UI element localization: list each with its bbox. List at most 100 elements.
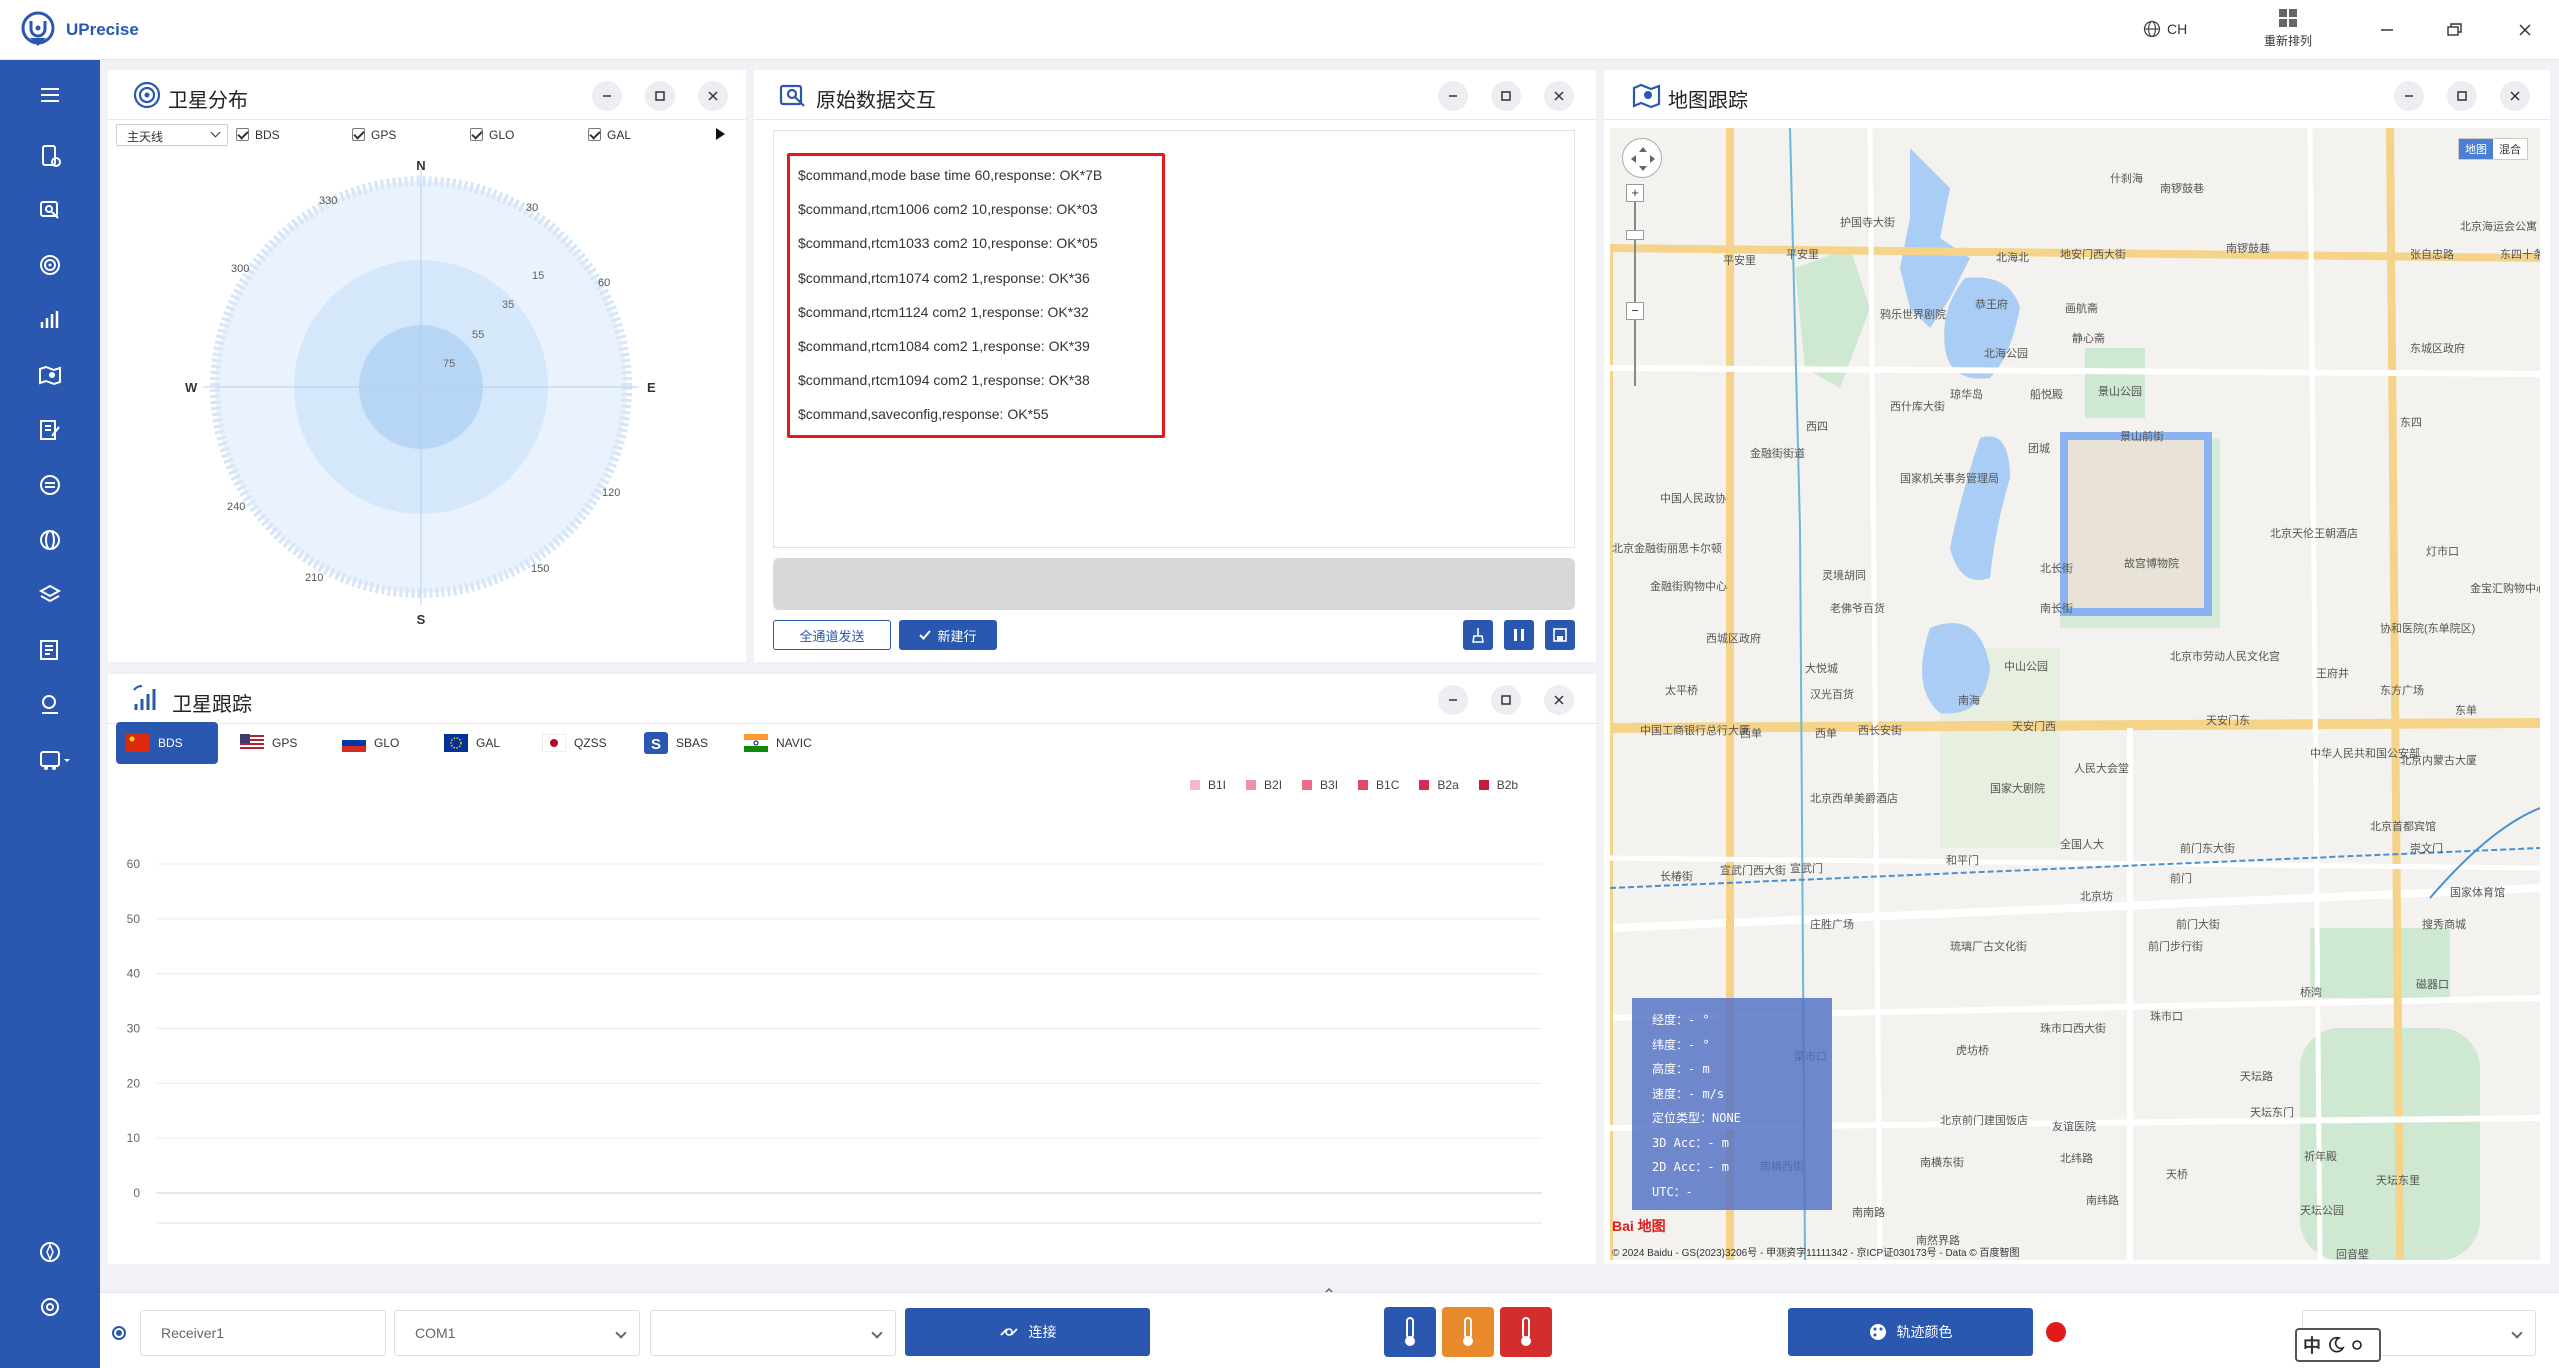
- utc-time: UTC：-: [1652, 1184, 1693, 1199]
- tab-label: BDS: [158, 736, 183, 750]
- send-all-channels-button[interactable]: 全通道发送: [773, 620, 891, 650]
- filter-bds[interactable]: BDS: [236, 128, 280, 142]
- panel-maximize-button[interactable]: [1491, 685, 1521, 715]
- sidebar-item-data[interactable]: [35, 635, 65, 665]
- connect-label: 连接: [1028, 1324, 1057, 1340]
- new-line-button[interactable]: 新建行: [899, 620, 997, 650]
- filter-gal[interactable]: GAL: [588, 128, 631, 142]
- sidebar-item-satellite-distribution[interactable]: [35, 195, 65, 225]
- legend-swatch: [1190, 780, 1200, 790]
- map-place-label: 故宫博物院: [2124, 558, 2179, 570]
- map-type-hybrid[interactable]: 混合: [2493, 139, 2527, 159]
- tab-gal[interactable]: GAL: [434, 722, 510, 764]
- tab-qzss[interactable]: QZSS: [532, 722, 617, 764]
- filter-gps[interactable]: GPS: [352, 128, 396, 142]
- temp-mid-button[interactable]: [1442, 1307, 1494, 1357]
- panel-minimize-button[interactable]: [1438, 685, 1468, 715]
- panel-minimize-button[interactable]: [2394, 81, 2424, 111]
- map-place-label: 东四十条: [2500, 249, 2540, 261]
- antenna-select[interactable]: 主天线: [116, 124, 228, 146]
- map-place-label: 北京天伦王朝酒店: [2270, 528, 2358, 540]
- tab-label: QZSS: [574, 736, 607, 750]
- tab-navic[interactable]: NAVIC: [734, 722, 822, 764]
- temp-high-button[interactable]: [1500, 1307, 1552, 1357]
- play-arrow-icon[interactable]: [716, 128, 726, 140]
- receiver-name-input[interactable]: Receiver1: [140, 1310, 386, 1356]
- sidebar-item-location[interactable]: [35, 690, 65, 720]
- map-pan-control[interactable]: [1622, 138, 1662, 178]
- panel-close-button[interactable]: [1544, 685, 1574, 715]
- map-place-label: 金宝汇购物中心: [2470, 583, 2540, 595]
- sidebar-item-compass[interactable]: [35, 1237, 65, 1267]
- zoom-handle[interactable]: [1626, 230, 1644, 240]
- degree-label: 150: [531, 563, 549, 575]
- track-color-button[interactable]: 轨迹颜色: [1788, 1308, 2033, 1356]
- panel-close-button[interactable]: [2500, 81, 2530, 111]
- minimize-button[interactable]: [2372, 15, 2402, 45]
- tab-bds[interactable]: BDS: [116, 722, 218, 764]
- skyplot: N S E W 330 30 300 60 120 240 210 150 15…: [185, 158, 656, 627]
- save-button[interactable]: [1545, 620, 1575, 650]
- receiver-radio[interactable]: [112, 1326, 126, 1340]
- language-switch[interactable]: CH: [2143, 20, 2187, 38]
- zoom-slider[interactable]: [1634, 186, 1650, 386]
- panel-maximize-button[interactable]: [1491, 81, 1521, 111]
- close-window-button[interactable]: [2510, 15, 2540, 45]
- globe-icon: [40, 530, 60, 550]
- panel-minimize-button[interactable]: [592, 81, 622, 111]
- tab-glo[interactable]: GLO: [332, 722, 409, 764]
- sidebar-item-receiver[interactable]: [35, 141, 65, 171]
- map-place-label: 什刹海: [2110, 173, 2143, 185]
- panel-minimize-button[interactable]: [1438, 81, 1468, 111]
- clear-button[interactable]: [1463, 620, 1493, 650]
- legend-item[interactable]: B2I: [1246, 778, 1282, 792]
- legend-item[interactable]: B3I: [1302, 778, 1338, 792]
- elevation-label: 55: [472, 329, 484, 341]
- track-color-swatch[interactable]: [2046, 1322, 2066, 1342]
- maximize-icon: [1501, 695, 1511, 705]
- filter-glo[interactable]: GLO: [470, 128, 514, 142]
- sidebar-item-network[interactable]: [35, 525, 65, 555]
- sidebar-item-config[interactable]: [35, 415, 65, 445]
- sidebar-menu-button[interactable]: [35, 80, 65, 110]
- rearrange-button[interactable]: 重新排列: [2258, 8, 2318, 49]
- port-select[interactable]: COM1: [394, 1310, 640, 1356]
- signal-chart-icon: [40, 311, 59, 328]
- sidebar-item-layers[interactable]: [35, 580, 65, 610]
- sidebar-item-settings[interactable]: [35, 1292, 65, 1322]
- longitude: 经度：- °: [1652, 1013, 1710, 1027]
- thermometer-icon: [1405, 1317, 1415, 1346]
- restore-button[interactable]: [2440, 15, 2470, 45]
- panel-close-button[interactable]: [698, 81, 728, 111]
- tab-sbas[interactable]: S SBAS: [634, 722, 718, 764]
- connect-button[interactable]: 连接: [905, 1308, 1150, 1356]
- map-forbidden-city: [2060, 432, 2212, 616]
- sidebar-item-satellite-tracking[interactable]: [35, 305, 65, 335]
- panel-close-button[interactable]: [1544, 81, 1574, 111]
- map-place-label: 恭王府: [1975, 299, 2008, 311]
- sidebar-item-radar[interactable]: [35, 250, 65, 280]
- pause-button[interactable]: [1504, 620, 1534, 650]
- zoom-out-button[interactable]: −: [1626, 302, 1644, 320]
- legend-item[interactable]: B1I: [1190, 778, 1226, 792]
- plug-icon: [999, 1328, 1018, 1336]
- map-type-normal[interactable]: 地图: [2459, 139, 2493, 159]
- panel-maximize-button[interactable]: [645, 81, 675, 111]
- map-place-label: 虎坊桥: [1956, 1045, 1989, 1057]
- sidebar-item-map-tracking[interactable]: [35, 360, 65, 390]
- sidebar-item-device[interactable]: [35, 745, 75, 775]
- temp-low-button[interactable]: [1384, 1307, 1436, 1357]
- degree-label: 60: [598, 277, 610, 289]
- map-place-label: 琼华岛: [1950, 389, 1983, 401]
- ime-indicator[interactable]: 中: [2295, 1328, 2381, 1362]
- legend-item[interactable]: B2a: [1419, 778, 1459, 792]
- panel-maximize-button[interactable]: [2447, 81, 2477, 111]
- baud-select[interactable]: [650, 1310, 896, 1356]
- tab-gps[interactable]: GPS: [230, 722, 307, 764]
- legend-item[interactable]: B1C: [1358, 778, 1399, 792]
- sidebar-item-link[interactable]: [35, 470, 65, 500]
- zoom-in-button[interactable]: +: [1626, 184, 1644, 202]
- legend-item[interactable]: B2b: [1478, 778, 1518, 792]
- map-place-label: 东方广场: [2380, 685, 2424, 697]
- command-input[interactable]: [773, 558, 1575, 610]
